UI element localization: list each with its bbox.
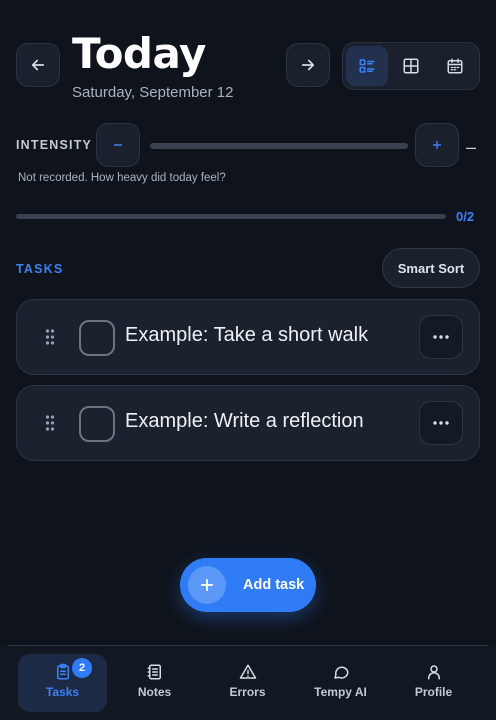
nav-label: Profile xyxy=(414,685,453,699)
page-date: Saturday, September 12 xyxy=(72,84,234,101)
add-task-label: Add task xyxy=(243,577,305,593)
forward-button[interactable] xyxy=(286,43,330,87)
minus-icon xyxy=(113,144,123,146)
calendar-view-icon xyxy=(447,58,463,74)
grid-view-icon xyxy=(403,58,419,74)
intensity-label: INTENSITY xyxy=(16,138,93,152)
nav-item-tasks[interactable]: 2 Tasks xyxy=(18,654,107,712)
drag-handle-icon[interactable] xyxy=(45,415,55,431)
grid-view-button[interactable] xyxy=(390,46,432,86)
bottom-nav-divider xyxy=(8,645,488,646)
tasks-count-badge: 2 xyxy=(72,658,92,678)
task-more-button[interactable] xyxy=(419,315,463,359)
task-progress-bar xyxy=(16,214,446,219)
nav-item-errors[interactable]: Errors xyxy=(203,654,292,712)
back-button[interactable] xyxy=(16,43,60,87)
intensity-increase-button[interactable] xyxy=(415,123,459,167)
clipboard-icon xyxy=(56,663,69,680)
smart-sort-button[interactable]: Smart Sort xyxy=(382,248,480,288)
chat-bubble-icon xyxy=(333,666,348,679)
arrow-left-icon xyxy=(31,59,45,71)
list-view-button[interactable] xyxy=(346,46,388,86)
more-horizontal-icon xyxy=(433,421,449,425)
nav-item-profile[interactable]: Profile xyxy=(389,654,478,712)
intensity-slider[interactable] xyxy=(150,143,408,149)
nav-item-tempy-ai[interactable]: Tempy AI xyxy=(296,654,385,712)
intensity-hint: Not recorded. How heavy did today feel? xyxy=(18,172,226,184)
task-checkbox[interactable] xyxy=(79,406,115,442)
task-title[interactable]: Example: Write a reflection xyxy=(125,410,364,433)
add-task-button[interactable]: Add task xyxy=(180,558,316,612)
list-view-icon xyxy=(359,59,375,73)
task-progress-text: 0/2 xyxy=(456,209,475,224)
calendar-view-button[interactable] xyxy=(434,46,476,86)
drag-handle-icon[interactable] xyxy=(45,329,55,345)
nav-label: Tasks xyxy=(45,685,80,699)
nav-label: Tempy AI xyxy=(314,685,367,699)
notebook-icon xyxy=(147,664,161,680)
intensity-decrease-button[interactable] xyxy=(96,123,140,167)
nav-label: Errors xyxy=(229,685,266,699)
view-mode-switcher xyxy=(342,42,480,90)
task-more-button[interactable] xyxy=(419,401,463,445)
tasks-section-label: TASKS xyxy=(16,262,64,276)
more-horizontal-icon xyxy=(433,335,449,339)
warning-triangle-icon xyxy=(239,664,256,679)
task-title[interactable]: Example: Take a short walk xyxy=(125,324,368,347)
task-checkbox[interactable] xyxy=(79,320,115,356)
user-icon xyxy=(427,665,440,680)
page-title: Today xyxy=(72,29,206,78)
plus-icon xyxy=(432,140,442,150)
plus-icon xyxy=(188,566,226,604)
nav-label: Notes xyxy=(137,685,172,699)
intensity-value: – xyxy=(466,137,477,157)
task-card: Example: Take a short walk xyxy=(16,299,480,375)
arrow-right-icon xyxy=(301,59,315,71)
nav-item-notes[interactable]: Notes xyxy=(110,654,199,712)
task-card: Example: Write a reflection xyxy=(16,385,480,461)
